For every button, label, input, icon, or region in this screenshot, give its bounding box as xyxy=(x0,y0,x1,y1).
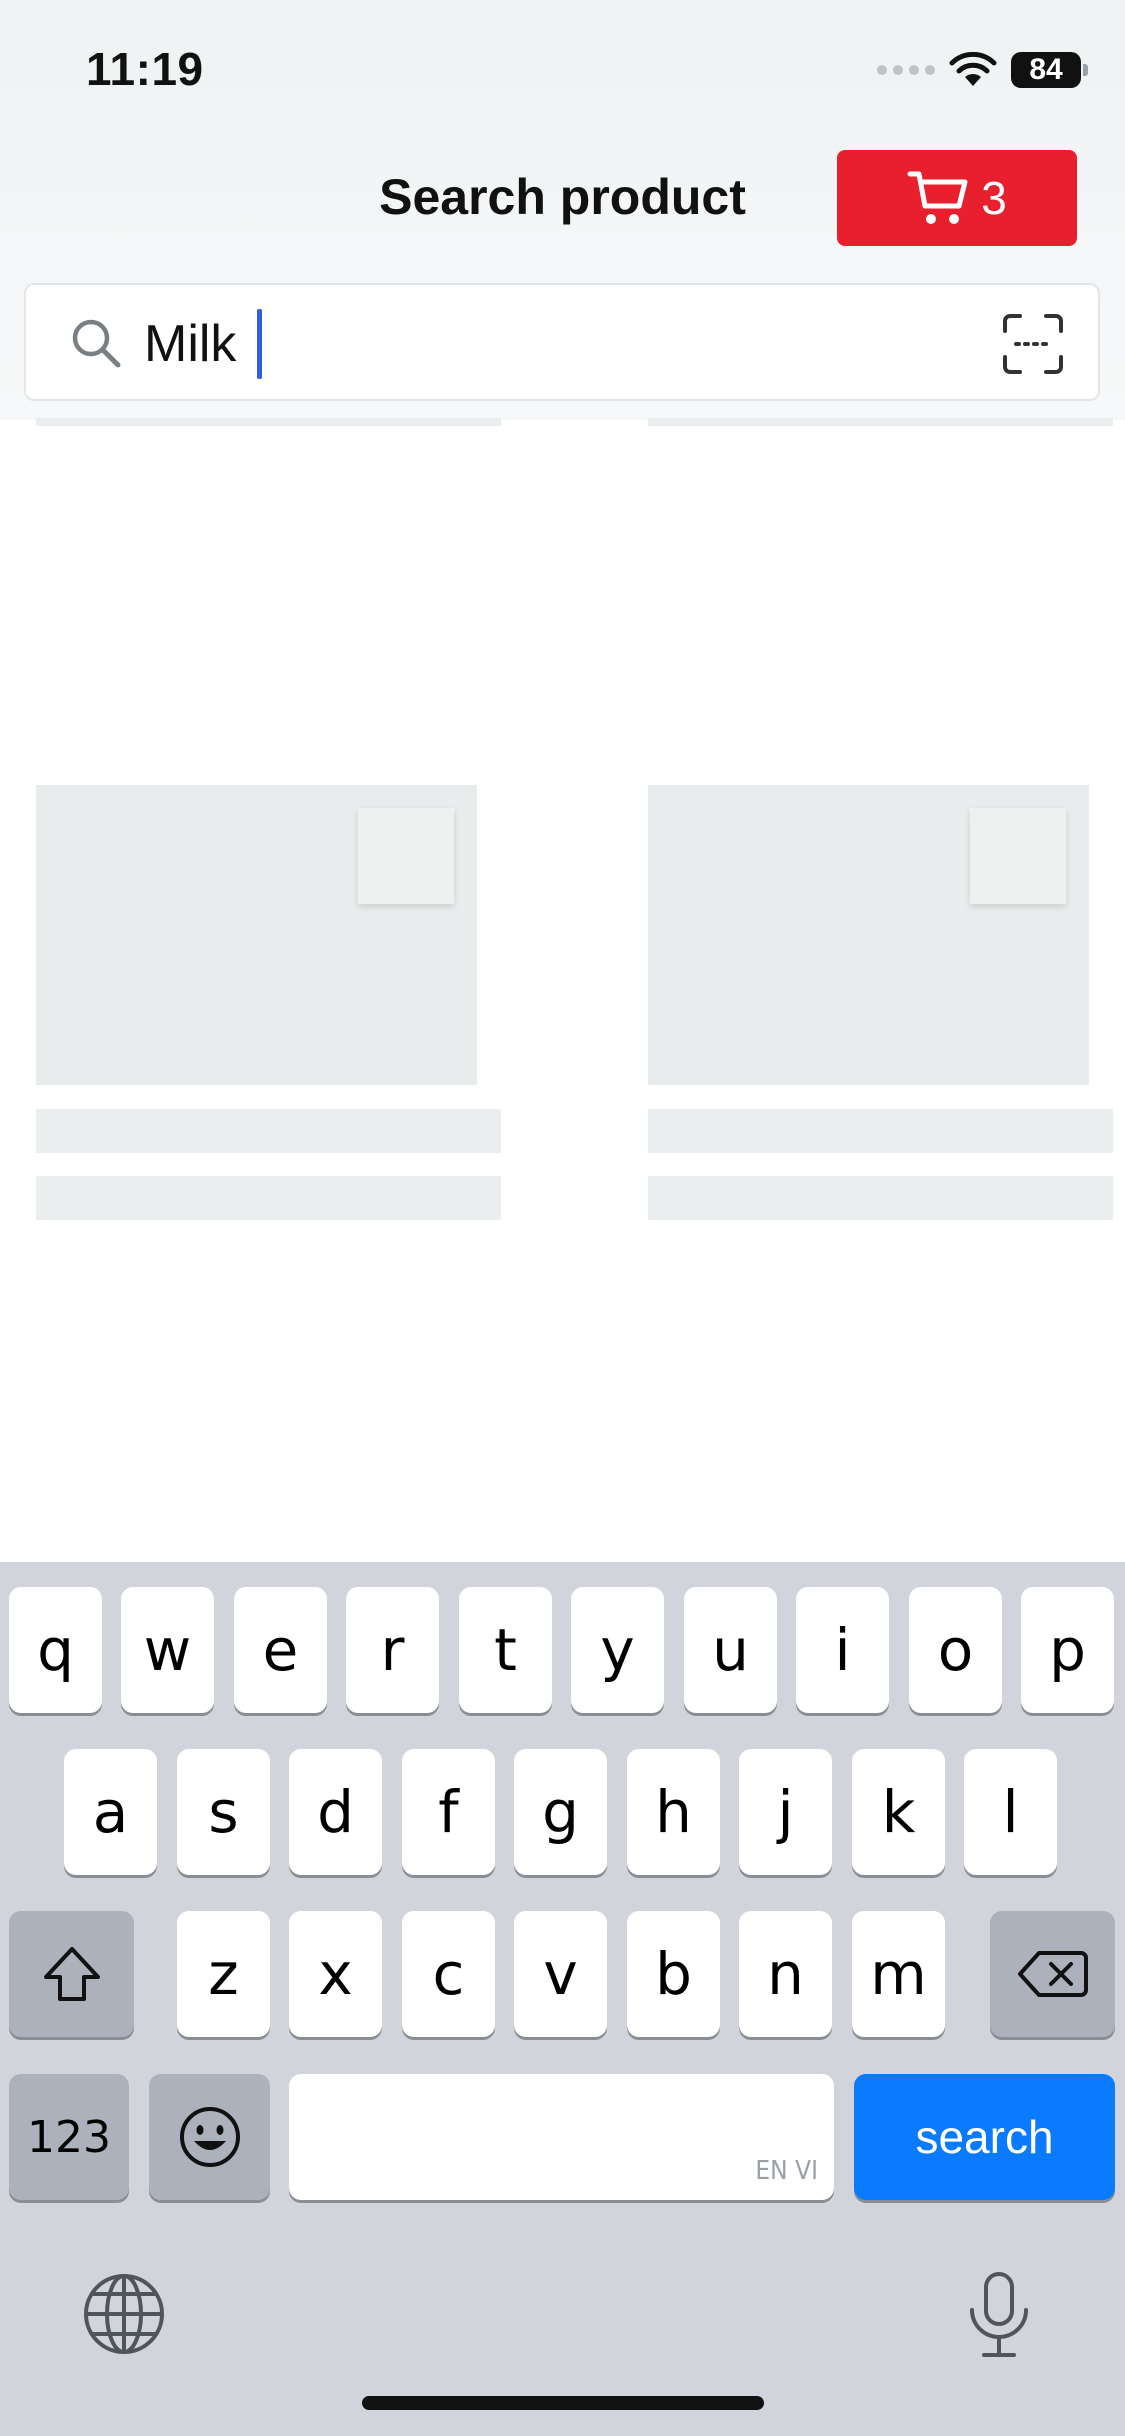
battery-level: 84 xyxy=(1029,53,1063,86)
skeleton-line xyxy=(36,418,501,426)
status-time: 11:19 xyxy=(86,43,204,95)
key-m[interactable]: m xyxy=(852,1911,945,2037)
skeleton-line xyxy=(648,1109,1113,1153)
key-z[interactable]: z xyxy=(177,1911,270,2037)
cart-button[interactable]: 3 xyxy=(837,150,1077,246)
microphone-icon[interactable] xyxy=(964,2270,1034,2360)
search-key[interactable]: search xyxy=(854,2074,1115,2200)
key-x[interactable]: x xyxy=(289,1911,382,2037)
key-g[interactable]: g xyxy=(514,1749,607,1875)
key-s[interactable]: s xyxy=(177,1749,270,1875)
globe-icon[interactable] xyxy=(82,2272,166,2356)
key-v[interactable]: v xyxy=(514,1911,607,2037)
key-t[interactable]: t xyxy=(459,1587,552,1713)
key-h[interactable]: h xyxy=(627,1749,720,1875)
skeleton-line xyxy=(648,418,1113,426)
key-f[interactable]: f xyxy=(402,1749,495,1875)
backspace-icon xyxy=(1017,1951,1088,1997)
numbers-key[interactable]: 123 xyxy=(9,2074,129,2200)
cart-count: 3 xyxy=(981,172,1007,224)
cellular-signal-icon xyxy=(877,65,935,75)
skeleton-line xyxy=(648,1176,1113,1220)
space-key[interactable]: EN VI xyxy=(289,2074,834,2200)
skeleton-line xyxy=(36,1176,501,1220)
cart-icon xyxy=(907,171,968,224)
status-indicators: 84 xyxy=(877,48,1088,92)
key-u[interactable]: u xyxy=(684,1587,777,1713)
key-b[interactable]: b xyxy=(627,1911,720,2037)
key-n[interactable]: n xyxy=(739,1911,832,2037)
shift-key[interactable] xyxy=(9,1911,134,2037)
battery-icon: 84 xyxy=(1011,52,1088,88)
key-a[interactable]: a xyxy=(64,1749,157,1875)
key-q[interactable]: q xyxy=(9,1587,102,1713)
text-cursor xyxy=(257,309,262,379)
search-icon xyxy=(72,319,121,368)
shift-icon xyxy=(43,1947,100,2001)
key-o[interactable]: o xyxy=(909,1587,1002,1713)
key-d[interactable]: d xyxy=(289,1749,382,1875)
backspace-key[interactable] xyxy=(990,1911,1115,2037)
emoji-icon xyxy=(179,2107,240,2167)
key-y[interactable]: y xyxy=(571,1587,664,1713)
status-bar: 11:19 84 xyxy=(0,0,1125,140)
key-c[interactable]: c xyxy=(402,1911,495,2037)
key-j[interactable]: j xyxy=(739,1749,832,1875)
barcode-scan-icon[interactable] xyxy=(1002,313,1064,375)
key-l[interactable]: l xyxy=(964,1749,1057,1875)
key-e[interactable]: e xyxy=(234,1587,327,1713)
search-input[interactable] xyxy=(144,309,994,379)
key-r[interactable]: r xyxy=(346,1587,439,1713)
skeleton-badge xyxy=(970,808,1066,904)
search-box[interactable] xyxy=(24,283,1100,401)
key-i[interactable]: i xyxy=(796,1587,889,1713)
skeleton-line xyxy=(36,1109,501,1153)
skeleton-badge xyxy=(358,808,454,904)
key-p[interactable]: p xyxy=(1021,1587,1114,1713)
wifi-icon xyxy=(949,52,997,86)
key-w[interactable]: w xyxy=(121,1587,214,1713)
keyboard-language-label: EN VI xyxy=(755,2156,818,2186)
home-indicator xyxy=(362,2396,764,2410)
emoji-key[interactable] xyxy=(149,2074,270,2200)
key-k[interactable]: k xyxy=(852,1749,945,1875)
